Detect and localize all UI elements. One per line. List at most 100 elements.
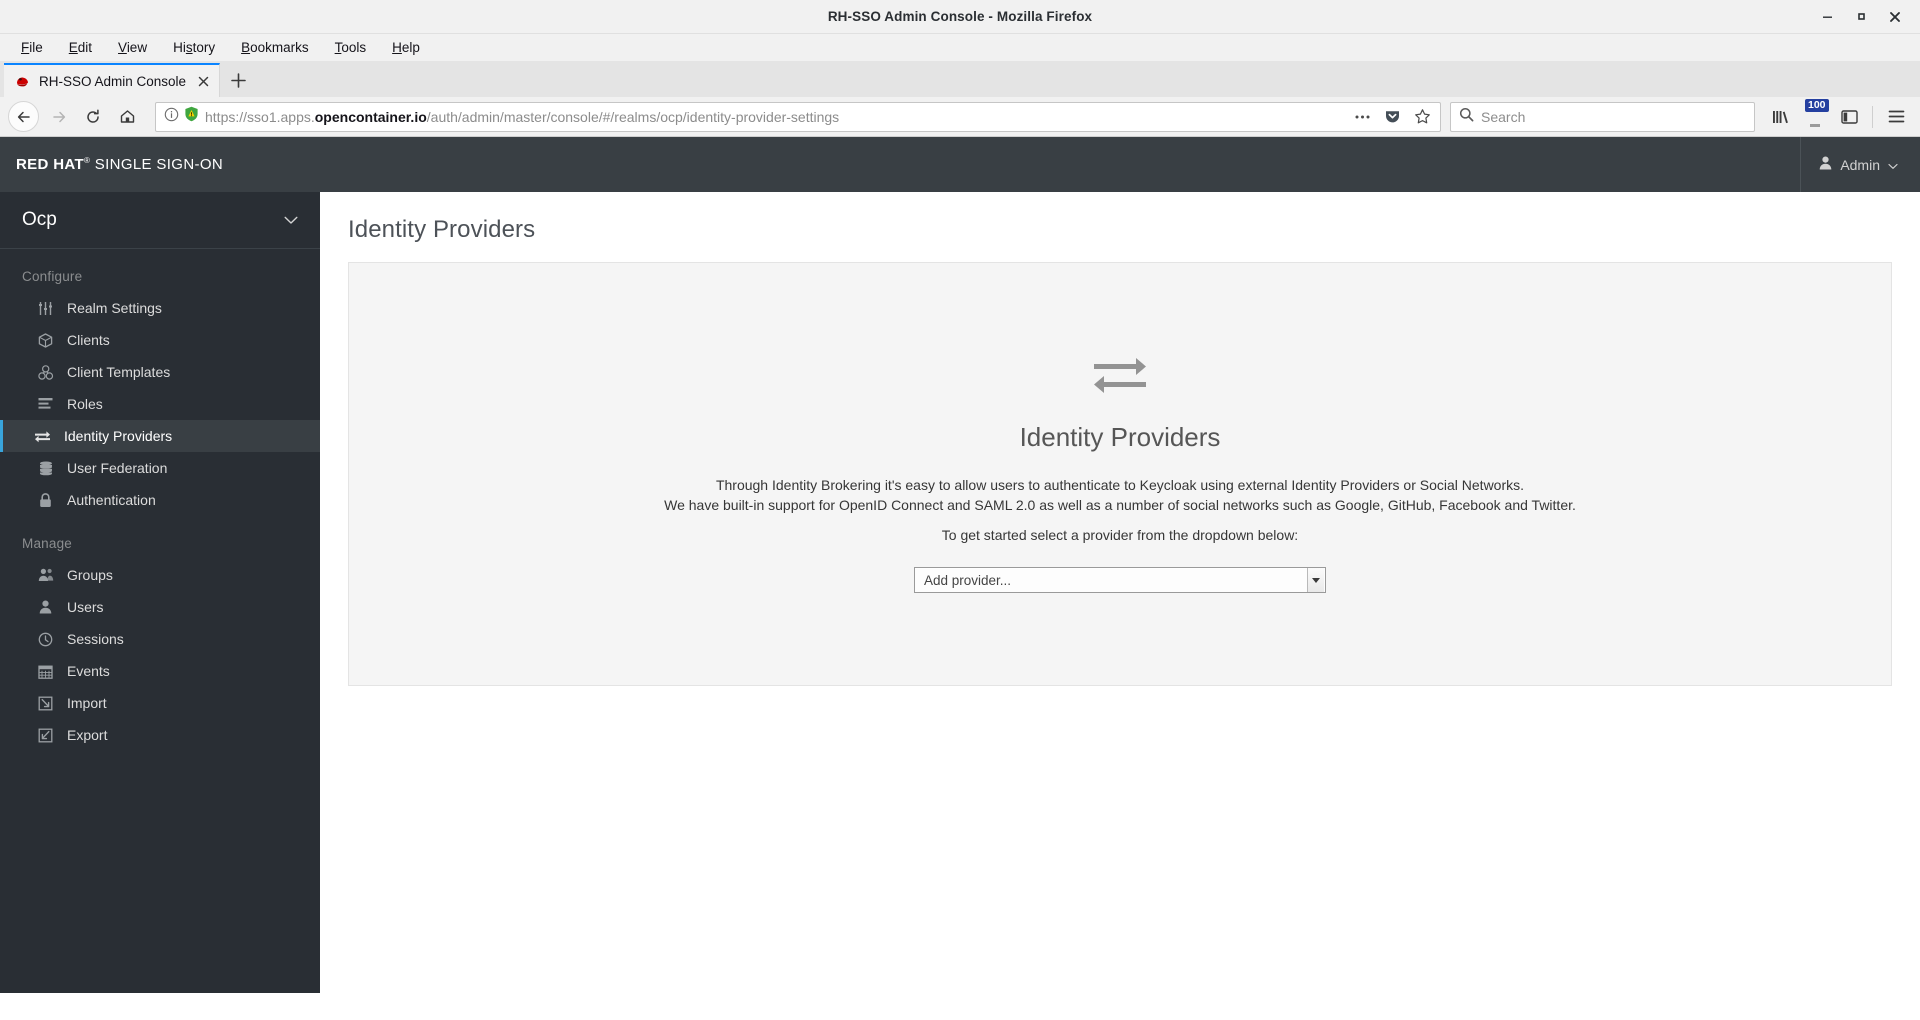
sidebar-section-configure: Configure bbox=[22, 269, 83, 284]
shield-warning-icon[interactable] bbox=[184, 106, 199, 127]
site-identity[interactable] bbox=[164, 106, 199, 127]
new-tab-button[interactable] bbox=[220, 63, 256, 97]
navigation-toolbar: https://sso1.apps.opencontainer.io/auth/… bbox=[0, 97, 1920, 137]
sidebar-label: Sessions bbox=[67, 631, 124, 647]
brand-logo[interactable]: RED HAT® SINGLE SIGN-ON bbox=[16, 156, 223, 173]
user-icon bbox=[37, 600, 54, 614]
search-input[interactable]: Search bbox=[1481, 109, 1525, 125]
identity-providers-panel: Identity Providers Through Identity Brok… bbox=[348, 262, 1892, 686]
home-icon[interactable] bbox=[111, 101, 143, 133]
sidebar-item-roles[interactable]: Roles bbox=[0, 388, 320, 420]
ellipsis-icon[interactable] bbox=[1350, 105, 1374, 129]
pocket-icon[interactable] bbox=[1380, 105, 1404, 129]
url-scheme: https:// bbox=[205, 108, 248, 125]
menu-edit[interactable]: Edit bbox=[56, 37, 105, 58]
maximize-button[interactable] bbox=[1844, 2, 1878, 32]
brand-redhat: RED HAT bbox=[16, 156, 85, 173]
users-group-icon bbox=[37, 568, 54, 582]
menu-view[interactable]: View bbox=[105, 37, 160, 58]
sidebar-label: Client Templates bbox=[67, 364, 171, 380]
info-circle-icon[interactable] bbox=[164, 107, 179, 127]
search-bar[interactable]: Search bbox=[1450, 101, 1755, 132]
empty-state-line-3: To get started select a provider from th… bbox=[941, 527, 1299, 543]
cubes-icon bbox=[37, 364, 54, 380]
library-icon[interactable] bbox=[1765, 101, 1797, 133]
sliders-icon bbox=[37, 301, 54, 316]
menu-tools[interactable]: Tools bbox=[322, 37, 380, 58]
sidebar-item-clients[interactable]: Clients bbox=[0, 324, 320, 356]
user-menu[interactable]: Admin bbox=[1801, 137, 1920, 192]
tab-strip: RH-SSO Admin Console bbox=[0, 61, 1920, 97]
database-icon bbox=[37, 461, 54, 476]
sidebar-item-identity-providers[interactable]: Identity Providers bbox=[0, 420, 320, 452]
sidebar-label: Events bbox=[67, 663, 110, 679]
sidebar-label: Groups bbox=[67, 567, 113, 583]
star-outline-icon[interactable] bbox=[1410, 105, 1434, 129]
url-domain: opencontainer.io bbox=[314, 108, 427, 125]
sidebar-item-groups[interactable]: Groups bbox=[0, 559, 320, 591]
minimize-button[interactable] bbox=[1810, 2, 1844, 32]
window-title: RH-SSO Admin Console - Mozilla Firefox bbox=[827, 9, 1093, 24]
sidebar-item-realm-settings[interactable]: Realm Settings bbox=[0, 292, 320, 324]
realm-name: Ocp bbox=[22, 209, 57, 230]
download-count-badge: 100 bbox=[1805, 98, 1829, 113]
sidebar-item-export[interactable]: Export bbox=[0, 719, 320, 751]
export-arrow-icon bbox=[37, 728, 54, 743]
user-menu-label: Admin bbox=[1840, 156, 1880, 173]
brand-trademark: ® bbox=[84, 156, 91, 165]
add-provider-selected-value: Add provider... bbox=[924, 572, 1012, 588]
tab-title: RH-SSO Admin Console bbox=[39, 73, 187, 89]
page-title: Identity Providers bbox=[348, 216, 536, 243]
reload-icon[interactable] bbox=[77, 101, 109, 133]
page-body: Ocp Configure Realm Settings Clients Cli… bbox=[0, 192, 1920, 993]
app-header: RED HAT® SINGLE SIGN-ON Admin bbox=[0, 137, 1920, 192]
sidebar-item-users[interactable]: Users bbox=[0, 591, 320, 623]
menu-bookmarks[interactable]: Bookmarks bbox=[228, 37, 322, 58]
empty-state-line-1: Through Identity Brokering it's easy to … bbox=[715, 477, 1525, 493]
window-controls bbox=[1810, 0, 1912, 33]
tab-close-icon[interactable] bbox=[194, 72, 213, 91]
add-provider-select[interactable]: Add provider... bbox=[914, 567, 1326, 593]
empty-state-heading: Identity Providers bbox=[1019, 422, 1221, 452]
sidebar-label: Export bbox=[67, 727, 108, 743]
url-bar[interactable]: https://sso1.apps.opencontainer.io/auth/… bbox=[155, 101, 1441, 132]
page-content: RED HAT® SINGLE SIGN-ON Admin Ocp Config… bbox=[0, 137, 1920, 993]
chevron-down-icon[interactable] bbox=[1307, 568, 1324, 592]
url-subdomain: sso1.apps. bbox=[247, 108, 315, 125]
menu-bar: File Edit View History Bookmarks Tools H… bbox=[0, 34, 1920, 61]
browser-tab[interactable]: RH-SSO Admin Console bbox=[4, 63, 221, 97]
magnifier-icon bbox=[1459, 107, 1474, 127]
sidebar-item-client-templates[interactable]: Client Templates bbox=[0, 356, 320, 388]
sidebar-label: Import bbox=[67, 695, 107, 711]
menu-history[interactable]: History bbox=[160, 37, 228, 58]
close-button[interactable] bbox=[1878, 2, 1912, 32]
sidebar-panel-icon[interactable] bbox=[1833, 101, 1865, 133]
exchange-arrows-icon bbox=[34, 430, 51, 443]
hamburger-menu-icon[interactable] bbox=[1880, 101, 1912, 133]
url-path: /auth/admin/master/console/#/realms/ocp/… bbox=[426, 108, 840, 125]
main-content: Identity Providers Identity Providers Th… bbox=[320, 192, 1920, 993]
sidebar-label: Authentication bbox=[67, 492, 156, 508]
url-text[interactable]: https://sso1.apps.opencontainer.io/auth/… bbox=[205, 109, 1344, 125]
sidebar-item-user-federation[interactable]: User Federation bbox=[0, 452, 320, 484]
window-titlebar: RH-SSO Admin Console - Mozilla Firefox bbox=[0, 0, 1920, 34]
downloads-badge[interactable]: 100 bbox=[1799, 98, 1831, 133]
calendar-icon bbox=[37, 664, 54, 679]
sidebar-label: Roles bbox=[67, 396, 103, 412]
lock-icon bbox=[37, 492, 54, 508]
brand-product: SINGLE SIGN-ON bbox=[94, 156, 224, 173]
forward-arrow-icon[interactable] bbox=[43, 101, 75, 133]
sidebar-label: Realm Settings bbox=[67, 300, 162, 316]
sidebar-item-events[interactable]: Events bbox=[0, 655, 320, 687]
sidebar-item-import[interactable]: Import bbox=[0, 687, 320, 719]
toolbar-right-icons: 100 bbox=[1765, 98, 1912, 133]
back-arrow-icon[interactable] bbox=[8, 101, 39, 132]
menu-help[interactable]: Help bbox=[379, 37, 433, 58]
menu-file[interactable]: File bbox=[8, 37, 56, 58]
realm-selector[interactable]: Ocp bbox=[0, 192, 320, 249]
sidebar-item-authentication[interactable]: Authentication bbox=[0, 484, 320, 516]
empty-state-line-2: We have built-in support for OpenID Conn… bbox=[664, 497, 1576, 513]
sidebar-item-sessions[interactable]: Sessions bbox=[0, 623, 320, 655]
exchange-arrows-icon bbox=[1092, 355, 1148, 400]
list-lines-icon bbox=[37, 397, 54, 411]
